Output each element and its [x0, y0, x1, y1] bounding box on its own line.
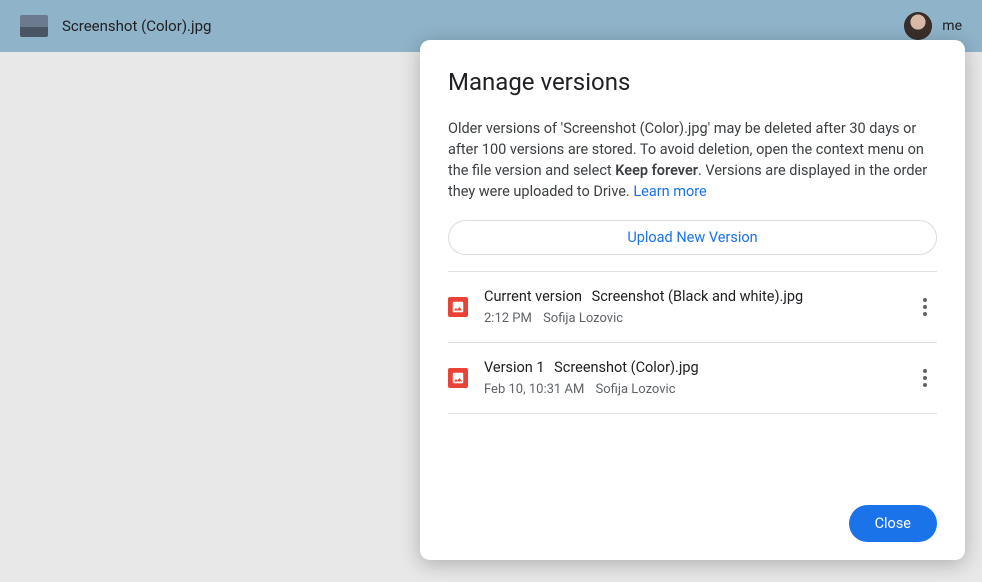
version-title-row: Current version Screenshot (Black and wh…: [484, 288, 897, 305]
description-bold: Keep forever: [615, 162, 698, 179]
avatar[interactable]: [904, 12, 932, 40]
version-author: Sofija Lozovic: [596, 382, 676, 397]
version-label: Version 1: [484, 359, 545, 376]
more-options-icon[interactable]: [913, 295, 937, 319]
image-file-icon: [448, 297, 468, 317]
version-meta-row: Feb 10, 10:31 AM Sofija Lozovic: [484, 382, 897, 397]
file-title: Screenshot (Color).jpg: [62, 17, 211, 35]
version-time: Feb 10, 10:31 AM: [484, 382, 584, 397]
dialog-footer: Close: [420, 505, 965, 542]
version-title-row: Version 1 Screenshot (Color).jpg: [484, 359, 897, 376]
learn-more-link[interactable]: Learn more: [633, 183, 706, 200]
owner-info: me: [904, 12, 962, 40]
version-filename: Screenshot (Color).jpg: [554, 359, 698, 376]
version-item-current: Current version Screenshot (Black and wh…: [448, 272, 937, 343]
image-file-icon: [448, 368, 468, 388]
version-list: Current version Screenshot (Black and wh…: [448, 271, 937, 414]
version-time: 2:12 PM: [484, 311, 532, 326]
owner-label: me: [942, 18, 962, 34]
version-filename: Screenshot (Black and white).jpg: [592, 288, 804, 305]
version-meta-row: 2:12 PM Sofija Lozovic: [484, 311, 897, 326]
version-item-1: Version 1 Screenshot (Color).jpg Feb 10,…: [448, 343, 937, 414]
close-button[interactable]: Close: [849, 505, 937, 542]
upload-new-version-button[interactable]: Upload New Version: [448, 220, 937, 255]
manage-versions-dialog: Manage versions Older versions of 'Scree…: [420, 40, 965, 560]
version-label: Current version: [484, 288, 582, 305]
version-info: Current version Screenshot (Black and wh…: [484, 288, 897, 326]
file-info: Screenshot (Color).jpg: [20, 15, 211, 37]
more-options-icon[interactable]: [913, 366, 937, 390]
version-info: Version 1 Screenshot (Color).jpg Feb 10,…: [484, 359, 897, 397]
dialog-header: Manage versions Older versions of 'Scree…: [420, 68, 965, 220]
dialog-title: Manage versions: [448, 68, 937, 96]
dialog-description: Older versions of 'Screenshot (Color).jp…: [448, 118, 937, 202]
file-thumbnail-icon: [20, 15, 48, 37]
version-author: Sofija Lozovic: [543, 311, 623, 326]
